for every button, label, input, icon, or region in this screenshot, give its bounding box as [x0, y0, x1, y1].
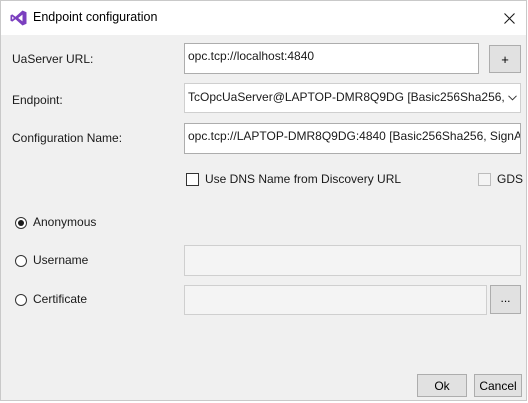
use-dns-label: Use DNS Name from Discovery URL	[205, 172, 402, 186]
endpoint-label: Endpoint:	[12, 93, 63, 107]
uaserver-url-input[interactable]: opc.tcp://localhost:4840	[184, 43, 479, 74]
cancel-button-label: Cancel	[479, 378, 517, 393]
uaserver-url-label: UaServer URL:	[12, 52, 94, 66]
add-server-button-label: +	[501, 51, 509, 67]
certificate-input[interactable]	[184, 285, 487, 315]
chevron-down-icon	[504, 84, 520, 112]
close-button[interactable]	[492, 1, 526, 35]
endpoint-value: TcOpcUaServer@LAPTOP-DMR8Q9DG [Basic256S…	[188, 90, 520, 104]
configuration-name-label: Configuration Name:	[12, 131, 123, 145]
browse-certificate-button[interactable]: ...	[490, 285, 521, 314]
window-title: Endpoint configuration	[33, 10, 158, 24]
browse-certificate-button-label: ...	[500, 290, 511, 305]
certificate-label: Certificate	[33, 292, 88, 306]
anonymous-radio[interactable]	[15, 217, 27, 229]
cancel-button[interactable]: Cancel	[474, 374, 522, 397]
username-radio[interactable]	[15, 255, 27, 267]
radio-selected-dot	[18, 220, 24, 226]
add-server-button[interactable]: +	[489, 45, 521, 73]
title-bar: Endpoint configuration	[1, 1, 526, 35]
visual-studio-icon	[10, 10, 27, 26]
ok-button-label: Ok	[434, 378, 450, 393]
endpoint-dropdown[interactable]: TcOpcUaServer@LAPTOP-DMR8Q9DG [Basic256S…	[184, 83, 521, 113]
gds-checkbox[interactable]	[478, 173, 491, 186]
close-icon	[503, 12, 515, 24]
username-label: Username	[33, 253, 89, 267]
configuration-name-value: opc.tcp://LAPTOP-DMR8Q9DG:4840 [Basic256…	[188, 129, 521, 143]
ok-button[interactable]: Ok	[417, 374, 467, 397]
configuration-name-input[interactable]: opc.tcp://LAPTOP-DMR8Q9DG:4840 [Basic256…	[184, 123, 521, 154]
endpoint-configuration-dialog: Endpoint configuration UaServer URL: opc…	[0, 0, 527, 401]
gds-label: GDS	[497, 172, 524, 186]
certificate-radio[interactable]	[15, 294, 27, 306]
use-dns-checkbox[interactable]	[186, 173, 199, 186]
anonymous-label: Anonymous	[33, 215, 97, 229]
uaserver-url-value: opc.tcp://localhost:4840	[188, 49, 315, 63]
username-input[interactable]	[184, 245, 521, 276]
